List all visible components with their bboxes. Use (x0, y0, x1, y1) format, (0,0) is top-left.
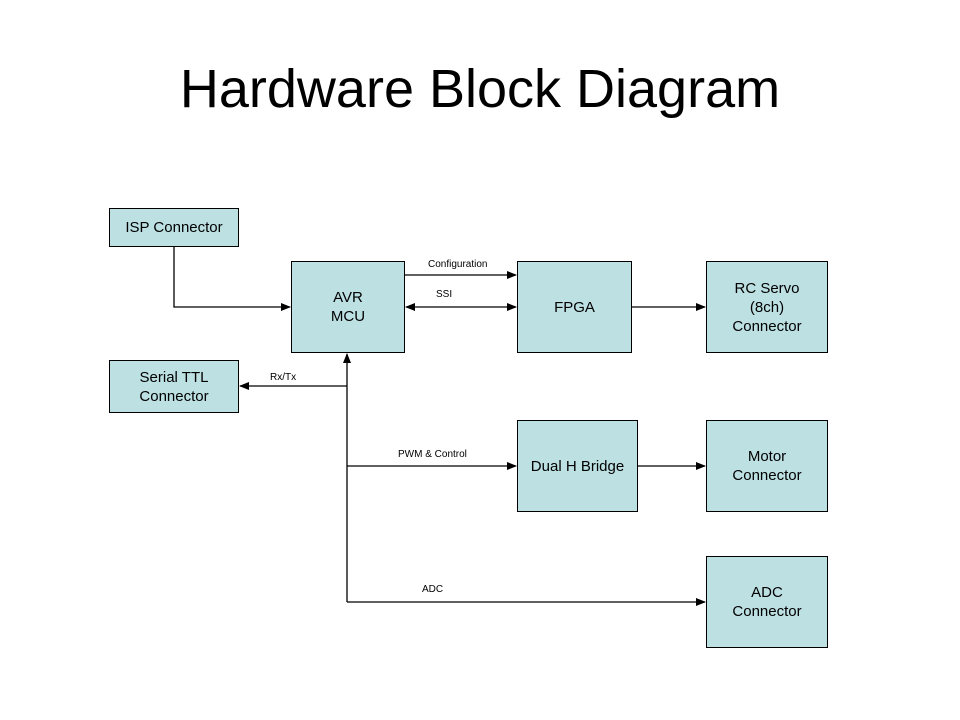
isp-to-avr-line (173, 247, 291, 311)
adc-connector-block: ADC Connector (706, 556, 828, 648)
serial-ttl-connector-block: Serial TTL Connector (109, 360, 239, 413)
ssi-label: SSI (436, 289, 453, 300)
avr-mcu-block: AVR MCU (291, 261, 405, 353)
dual-h-bridge-block: Dual H Bridge (517, 420, 638, 512)
configuration-label: Configuration (428, 259, 488, 270)
motor-connector-block: Motor Connector (706, 420, 828, 512)
rxtx-label: Rx/Tx (270, 372, 297, 383)
fpga-block: FPGA (517, 261, 632, 353)
adc-label: ADC (422, 584, 444, 595)
rc-servo-connector-block: RC Servo (8ch) Connector (706, 261, 828, 353)
isp-connector-block: ISP Connector (109, 208, 239, 247)
pwm-control-label: PWM & Control (398, 449, 467, 460)
